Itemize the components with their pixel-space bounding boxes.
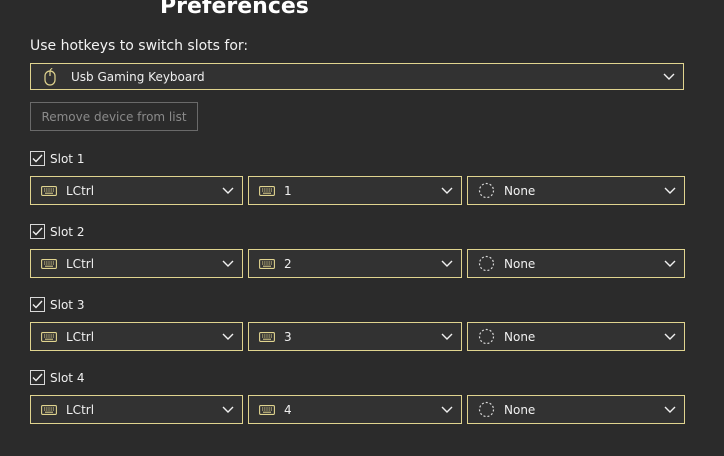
slot-4-checkbox[interactable] bbox=[30, 370, 45, 385]
key-value: 2 bbox=[284, 256, 292, 271]
keyboard-icon bbox=[41, 258, 57, 269]
dotted-circle-icon bbox=[478, 182, 495, 199]
slot-2-checkbox[interactable] bbox=[30, 224, 45, 239]
chevron-down-icon bbox=[664, 406, 676, 413]
slot-1-modifier-dropdown[interactable]: LCtrl bbox=[30, 176, 243, 205]
slot-2-key-dropdown[interactable]: 2 bbox=[248, 249, 462, 278]
preferences-panel: Preferences Use hotkeys to switch slots … bbox=[0, 0, 724, 456]
remove-device-button[interactable]: Remove device from list bbox=[30, 102, 198, 131]
slot-1-checkbox[interactable] bbox=[30, 151, 45, 166]
modifier-value: LCtrl bbox=[66, 256, 95, 271]
slot-4-modifier-dropdown[interactable]: LCtrl bbox=[30, 395, 243, 424]
slot-3-checkbox[interactable] bbox=[30, 297, 45, 312]
keyboard-icon bbox=[41, 331, 57, 342]
keyboard-icon bbox=[41, 404, 57, 415]
extra-value: None bbox=[504, 183, 536, 198]
slot-4-key-dropdown[interactable]: 4 bbox=[248, 395, 462, 424]
slot-2-modifier-dropdown[interactable]: LCtrl bbox=[30, 249, 243, 278]
device-dropdown-value: Usb Gaming Keyboard bbox=[71, 69, 205, 84]
chevron-down-icon bbox=[222, 187, 234, 194]
modifier-value: LCtrl bbox=[66, 329, 95, 344]
chevron-down-icon bbox=[222, 260, 234, 267]
mouse-icon bbox=[44, 67, 56, 86]
dotted-circle-icon bbox=[478, 401, 495, 418]
slot-label: Slot 2 bbox=[50, 224, 85, 239]
slot-2-extra-dropdown[interactable]: None bbox=[467, 249, 685, 278]
checkmark-icon bbox=[32, 300, 43, 309]
key-value: 3 bbox=[284, 329, 292, 344]
page-title: Preferences bbox=[160, 0, 309, 19]
slot-3-checkbox-row[interactable]: Slot 3 bbox=[30, 297, 84, 312]
chevron-down-icon bbox=[222, 406, 234, 413]
keyboard-icon bbox=[259, 185, 275, 196]
chevron-down-icon bbox=[441, 406, 453, 413]
slot-1-extra-dropdown[interactable]: None bbox=[467, 176, 685, 205]
keyboard-icon bbox=[41, 185, 57, 196]
chevron-down-icon bbox=[441, 260, 453, 267]
checkmark-icon bbox=[32, 154, 43, 163]
slot-3-key-dropdown[interactable]: 3 bbox=[248, 322, 462, 351]
extra-value: None bbox=[504, 329, 536, 344]
chevron-down-icon bbox=[664, 333, 676, 340]
key-value: 1 bbox=[284, 183, 292, 198]
chevron-down-icon bbox=[664, 187, 676, 194]
hotkeys-instruction: Use hotkeys to switch slots for: bbox=[30, 38, 249, 54]
checkmark-icon bbox=[32, 227, 43, 236]
device-dropdown[interactable]: Usb Gaming Keyboard bbox=[30, 63, 684, 90]
slot-1-checkbox-row[interactable]: Slot 1 bbox=[30, 151, 84, 166]
slot-3-modifier-dropdown[interactable]: LCtrl bbox=[30, 322, 243, 351]
slot-label: Slot 4 bbox=[50, 370, 85, 385]
key-value: 4 bbox=[284, 402, 292, 417]
chevron-down-icon bbox=[222, 333, 234, 340]
keyboard-icon bbox=[259, 258, 275, 269]
keyboard-icon bbox=[259, 331, 275, 342]
slot-3-extra-dropdown[interactable]: None bbox=[467, 322, 685, 351]
chevron-down-icon bbox=[664, 260, 676, 267]
slot-4-extra-dropdown[interactable]: None bbox=[467, 395, 685, 424]
chevron-down-icon bbox=[441, 333, 453, 340]
chevron-down-icon bbox=[663, 73, 675, 80]
checkmark-icon bbox=[32, 373, 43, 382]
extra-value: None bbox=[504, 256, 536, 271]
slot-1-key-dropdown[interactable]: 1 bbox=[248, 176, 462, 205]
slot-label: Slot 3 bbox=[50, 297, 85, 312]
dotted-circle-icon bbox=[478, 328, 495, 345]
slot-4-checkbox-row[interactable]: Slot 4 bbox=[30, 370, 84, 385]
chevron-down-icon bbox=[441, 187, 453, 194]
slot-label: Slot 1 bbox=[50, 151, 85, 166]
extra-value: None bbox=[504, 402, 536, 417]
modifier-value: LCtrl bbox=[66, 402, 95, 417]
slot-2-checkbox-row[interactable]: Slot 2 bbox=[30, 224, 84, 239]
modifier-value: LCtrl bbox=[66, 183, 95, 198]
dotted-circle-icon bbox=[478, 255, 495, 272]
keyboard-icon bbox=[259, 404, 275, 415]
